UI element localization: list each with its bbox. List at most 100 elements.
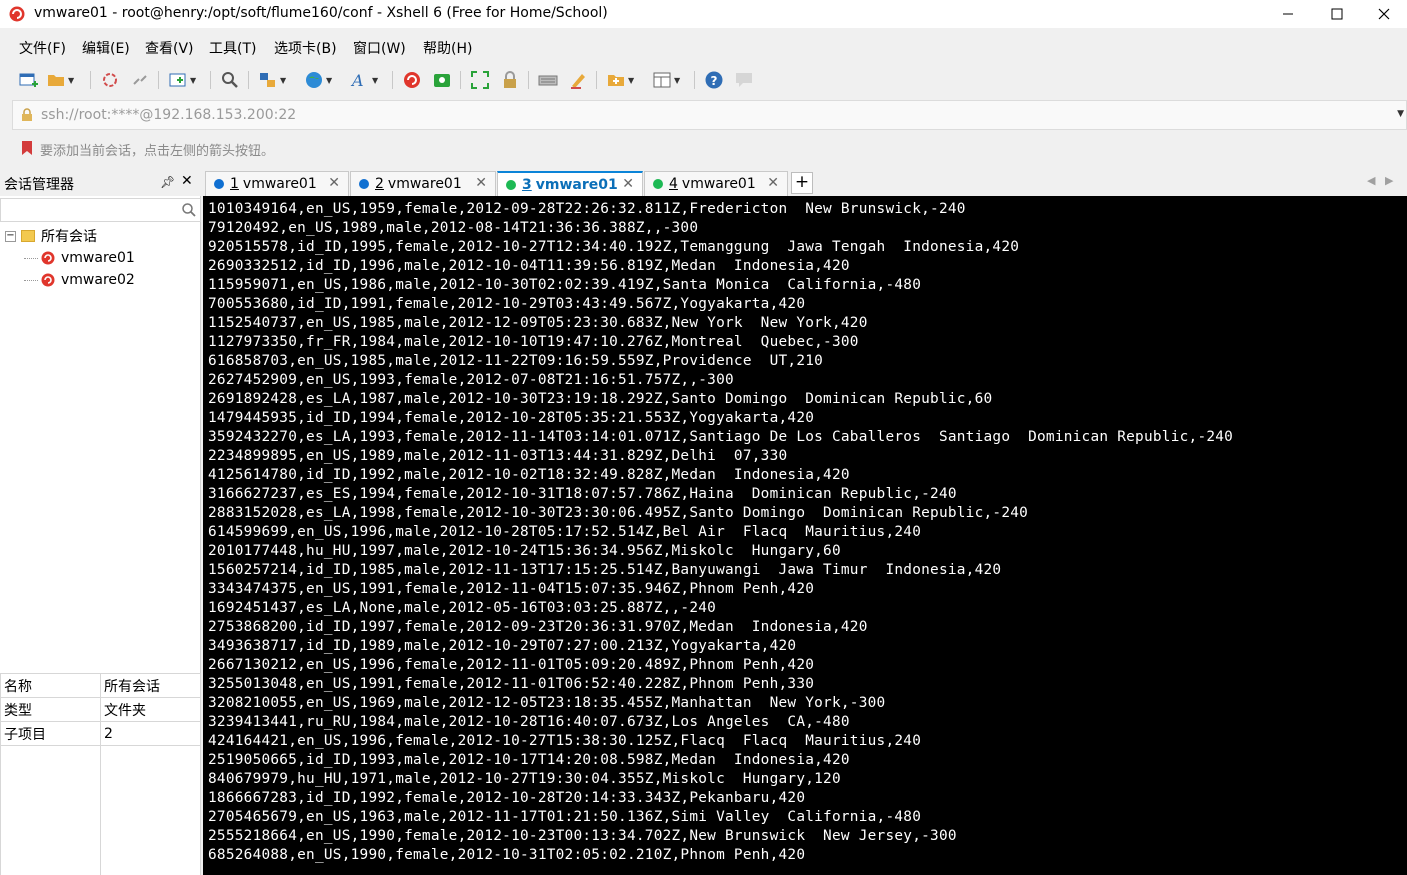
terminal-line: 2667130212,en_US,1996,female,2012-11-01T… — [208, 657, 815, 673]
highlight-button[interactable] — [568, 69, 588, 91]
collapse-icon[interactable]: − — [5, 230, 16, 242]
tab-strip: 1 vmware01 ✕ 2 vmware01 ✕ 3 vmware01 ✕ 4… — [203, 170, 1407, 196]
tree-item-vmware02[interactable]: vmware02 — [24, 269, 135, 291]
tree-item-vmware01[interactable]: vmware01 — [24, 247, 135, 269]
xftp-button[interactable] — [432, 69, 452, 91]
close-icon[interactable]: ✕ — [475, 175, 487, 191]
menu-help[interactable]: 帮助(H) — [423, 38, 472, 58]
toolbar-separator — [596, 71, 597, 89]
menu-tools[interactable]: 工具(T) — [209, 38, 256, 58]
tab-label: vmware01 — [535, 176, 618, 193]
layout-button[interactable]: ▼ — [652, 69, 680, 91]
terminal-line: 1152540737,en_US,1985,male,2012-12-09T05… — [208, 315, 868, 331]
minimize-button[interactable] — [1265, 0, 1311, 28]
transfer-button[interactable]: ▼ — [258, 69, 286, 91]
search-icon[interactable] — [181, 202, 197, 218]
add-tab-button[interactable]: + — [791, 172, 813, 194]
maximize-button[interactable] — [1314, 0, 1360, 28]
open-session-button[interactable]: ▼ — [46, 69, 74, 91]
connected-icon — [653, 179, 663, 189]
terminal-line: 2234899895,en_US,1989,male,2012-11-03T13… — [208, 448, 788, 464]
chevron-down-icon[interactable]: ▼ — [1397, 109, 1404, 119]
hint-text: 要添加当前会话，点击左侧的箭头按钮。 — [40, 144, 275, 159]
terminal-line: 2627452909,en_US,1993,female,2012-07-08T… — [208, 372, 734, 388]
chat-button[interactable] — [734, 69, 754, 91]
toolbar-separator — [694, 71, 695, 89]
terminal-line: 1560257214,id_ID,1985,male,2012-11-13T17… — [208, 562, 1002, 578]
keyboard-button[interactable] — [538, 69, 558, 91]
panel-title: 会话管理器 — [4, 177, 74, 193]
tree-line — [24, 279, 38, 281]
scroll-tabs-right-icon[interactable]: ▶ — [1385, 174, 1393, 187]
window-title: vmware01 - root@henry:/opt/soft/flume160… — [34, 5, 608, 21]
find-button[interactable] — [220, 69, 240, 91]
session-icon — [41, 251, 55, 265]
title-bar: vmware01 - root@henry:/opt/soft/flume160… — [0, 0, 1407, 28]
tab-number: 4 — [669, 176, 678, 192]
warning-icon — [359, 179, 369, 189]
add-folder-button[interactable]: ▼ — [606, 69, 634, 91]
chevron-down-icon: ▼ — [68, 75, 75, 85]
menu-view[interactable]: 查看(V) — [145, 38, 194, 58]
chat-icon — [736, 73, 752, 87]
close-icon[interactable]: ✕ — [328, 175, 340, 191]
tab-session-2[interactable]: 2 vmware01 ✕ — [350, 171, 496, 196]
tree-item-all-sessions[interactable]: − 所有会话 — [5, 225, 97, 247]
search-icon — [222, 72, 238, 88]
terminal-line: 79120492,en_US,1989,male,2012-08-14T21:3… — [208, 220, 699, 236]
lock-button[interactable] — [500, 69, 520, 91]
pin-icon[interactable]: 📌︎ — [160, 175, 175, 189]
toolbar-separator — [392, 71, 393, 89]
help-button[interactable]: ? — [704, 69, 724, 91]
folder-icon — [21, 230, 35, 242]
session-search-input[interactable] — [4, 201, 174, 219]
session-search — [0, 198, 201, 222]
menu-file[interactable]: 文件(F) — [19, 38, 66, 58]
terminal-line: 3208210055,en_US,1969,male,2012-12-05T23… — [208, 695, 886, 711]
menu-window[interactable]: 窗口(W) — [353, 38, 406, 58]
terminal-output[interactable]: 1010349164,en_US,1959,female,2012-09-28T… — [203, 196, 1407, 875]
new-tab-button[interactable]: ▼ — [168, 69, 196, 91]
toolbar-separator — [460, 71, 461, 89]
address-input[interactable] — [41, 101, 1381, 129]
terminal-line: 3255013048,en_US,1991,female,2012-11-01T… — [208, 676, 815, 692]
maximize-icon — [1331, 8, 1343, 20]
tab-session-3[interactable]: 3 vmware01 ✕ — [497, 171, 643, 196]
font-button[interactable]: A ▼ — [350, 69, 378, 91]
close-icon[interactable]: ✕ — [181, 173, 193, 189]
close-icon[interactable]: ✕ — [622, 176, 634, 192]
close-window-button[interactable] — [1361, 0, 1407, 28]
close-icon[interactable]: ✕ — [767, 175, 779, 191]
bookmark-arrow-icon[interactable] — [20, 140, 34, 156]
tab-session-1[interactable]: 1 vmware01 ✕ — [205, 171, 349, 196]
toolbar-separator — [528, 71, 529, 89]
scroll-tabs-left-icon[interactable]: ◀ — [1367, 174, 1375, 187]
property-row: 类型 文件夹 — [0, 697, 201, 722]
xshell-button[interactable] — [402, 69, 422, 91]
menu-bar: 文件(F) 编辑(E) 查看(V) 工具(T) 选项卡(B) 窗口(W) 帮助(… — [0, 34, 1407, 60]
reconnect-button[interactable] — [100, 69, 120, 91]
terminal-line: 2883152028,es_LA,1998,female,2012-10-30T… — [208, 505, 1029, 521]
fullscreen-button[interactable] — [470, 69, 490, 91]
terminal-line: 1866667283,id_ID,1992,female,2012-10-28T… — [208, 790, 806, 806]
new-session-button[interactable] — [18, 69, 38, 91]
xshell-icon — [404, 72, 420, 88]
tab-session-4[interactable]: 4 vmware01 ✕ — [644, 171, 788, 196]
menu-edit[interactable]: 编辑(E) — [82, 38, 130, 58]
terminal-line: 614599699,en_US,1996,male,2012-10-28T05:… — [208, 524, 922, 540]
folder-open-icon — [48, 75, 64, 86]
tab-label: vmware01 — [387, 176, 462, 192]
disconnect-button[interactable] — [130, 69, 150, 91]
menu-tabs[interactable]: 选项卡(B) — [274, 38, 337, 58]
lock-icon — [504, 71, 516, 88]
terminal-line: 3493638717,id_ID,1989,male,2012-10-29T07… — [208, 638, 797, 654]
chevron-down-icon: ▼ — [326, 75, 333, 85]
fullscreen-icon — [471, 71, 489, 89]
globe-button[interactable]: ▼ — [304, 69, 332, 91]
terminal-line: 1127973350,fr_FR,1984,male,2012-10-10T19… — [208, 334, 859, 350]
lock-icon — [22, 108, 32, 121]
help-icon: ? — [705, 71, 723, 89]
font-icon: A — [350, 71, 364, 90]
chevron-down-icon: ▼ — [372, 75, 379, 85]
warning-icon — [214, 179, 224, 189]
